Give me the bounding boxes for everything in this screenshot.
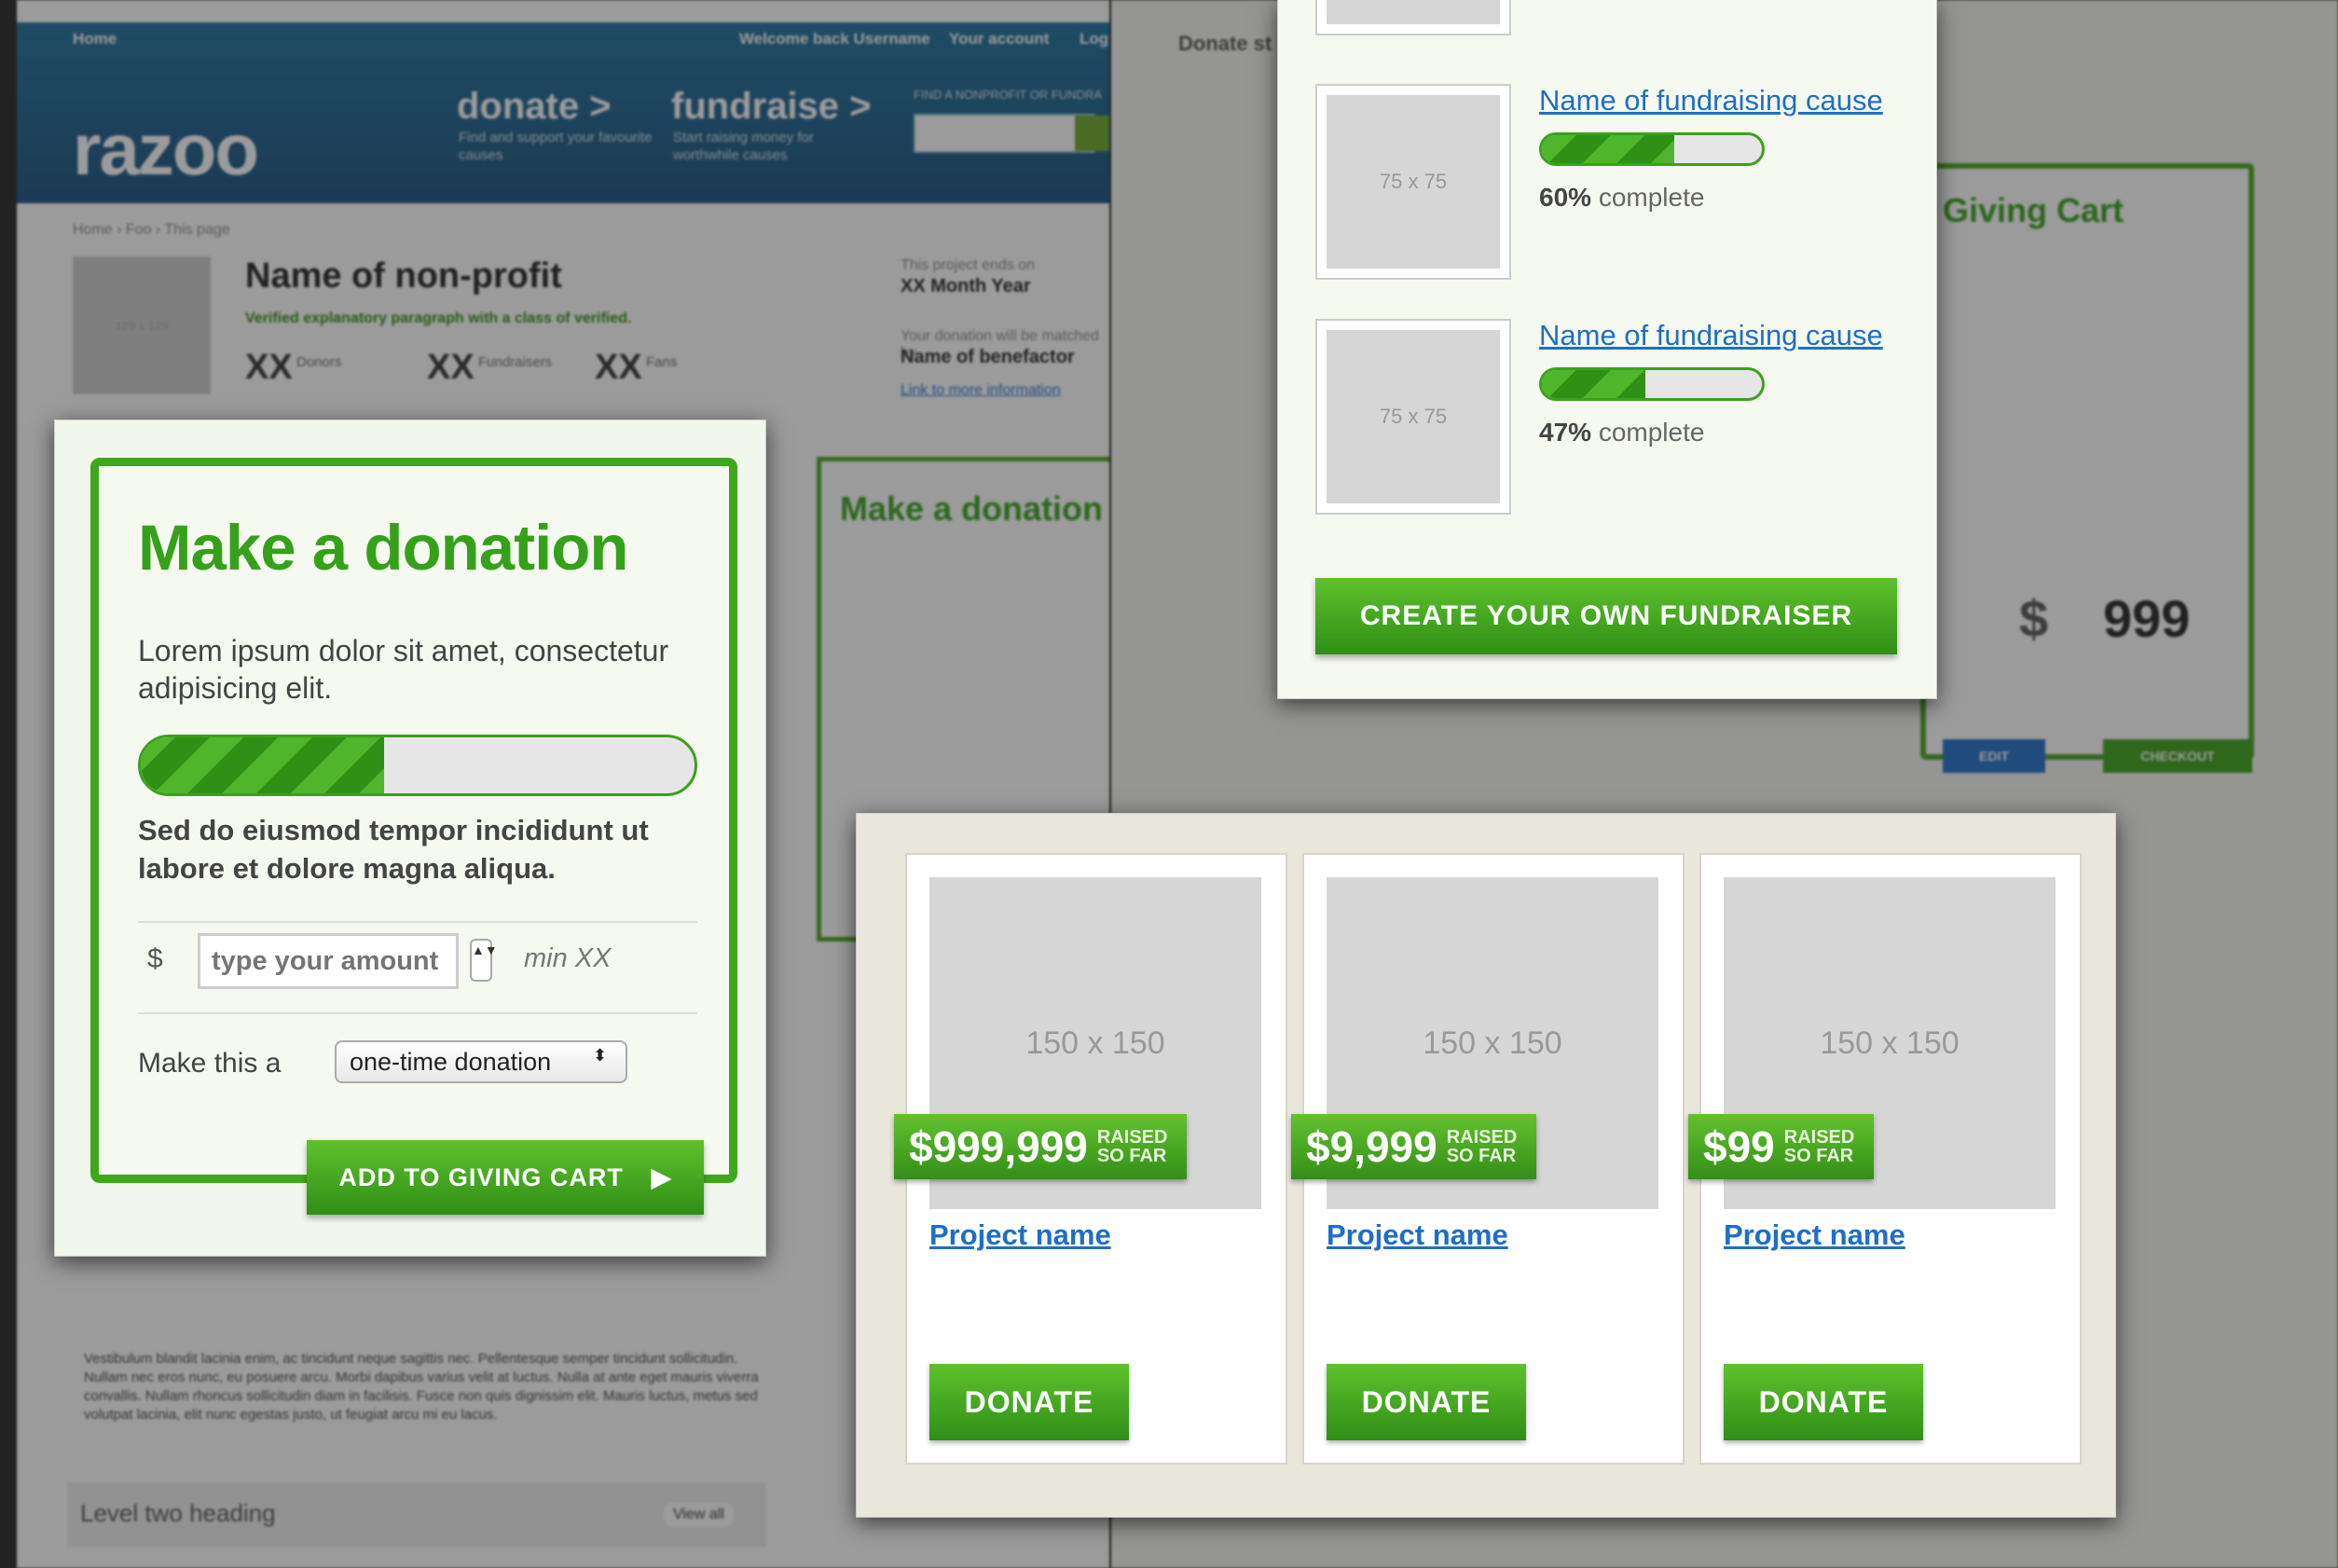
log-link[interactable]: Log [1080,30,1108,48]
raised-badge: $999,999 RAISED SO FAR [894,1114,1187,1179]
divider [138,921,697,923]
raised-badge: $99 RAISED SO FAR [1688,1114,1874,1179]
fundraisers-label: Fundraisers [478,354,553,370]
nonprofit-thumbnail: 129 x 129 [73,256,211,394]
cart-currency: $ [2019,589,2049,648]
account-link[interactable]: Your account [949,30,1049,48]
donation-progress-fill [141,737,385,793]
welcome-text: Welcome back Username [739,30,930,48]
add-to-giving-cart-button[interactable]: ADD TO GIVING CART ▶ [307,1140,704,1215]
cause-progress-text: 47% complete [1539,418,1705,447]
donate-button[interactable]: DONATE [1327,1364,1526,1440]
more-info-link[interactable]: Link to more information [901,382,1061,399]
cause-progress-bar [1539,132,1765,166]
arrow-right-icon: ▶ [651,1162,672,1191]
projects-grid-widget: 150 x 150 $999,999 RAISED SO FAR Project… [856,813,2116,1518]
fundraising-causes-widget: 75 x 75 Name of fundraising cause 60% co… [1277,0,1937,699]
find-label: FIND A NONPROFIT OR FUNDRA [914,88,1102,102]
raised-amount: $9,999 [1306,1122,1437,1171]
raised-label: RAISED SO FAR [1783,1127,1855,1166]
cause-link[interactable]: Name of fundraising cause [1539,84,1883,117]
nav-fundraise[interactable]: fundraise > [671,86,872,128]
verified-text: Verified explanatory paragraph with a cl… [245,310,632,326]
raised-amount: $999,999 [909,1122,1088,1171]
level-two-section: Level two heading View all [67,1482,766,1547]
project-tile: 150 x 150 $999,999 RAISED SO FAR Project… [894,853,1287,1465]
donors-count: XX [245,348,293,387]
amount-input[interactable] [198,933,459,989]
nav-donate[interactable]: donate > [457,86,612,128]
donation-lead: Lorem ipsum dolor sit amet, consectetur … [138,634,669,705]
donation-title: Make a donation [138,512,629,584]
cart-amount: 999 [2103,589,2191,648]
frequency-label: Make this a [138,1048,282,1079]
cause-progress-text: 60% complete [1539,183,1705,212]
cart-checkout-button[interactable]: CHECKOUT [2103,739,2252,773]
donation-box: Make a donation Lorem ipsum dolor sit am… [90,458,737,1183]
cause-progress-fill [1542,370,1645,398]
donation-progress-bar [138,735,697,796]
divider [138,1012,697,1014]
donate-button[interactable]: DONATE [929,1364,1129,1440]
razoo-logo[interactable]: razoo [73,107,259,192]
search-input[interactable] [914,114,1095,153]
search-button[interactable] [1075,116,1109,151]
select-arrows-icon[interactable]: ⬍ [593,1046,607,1066]
level-two-heading: Level two heading [80,1499,276,1527]
raised-label: RAISED SO FAR [1446,1127,1518,1166]
add-to-cart-label: ADD TO GIVING CART [338,1162,624,1191]
currency-symbol: $ [147,943,163,974]
amount-stepper[interactable]: ▲▼ [470,939,498,982]
project-tile: 150 x 150 $99 RAISED SO FAR Project name… [1688,853,2082,1465]
breadcrumb[interactable]: Home › Foo › This page [73,222,230,239]
donation-bold-text: Sed do eiusmod tempor incididunt ut labo… [138,814,649,885]
raised-badge: $9,999 RAISED SO FAR [1291,1114,1536,1179]
fans-count: XX [595,348,642,387]
cause-thumbnail [1317,0,1509,34]
ends-label: This project ends on [901,257,1036,273]
donors-label: Donors [296,354,342,370]
view-all-button[interactable]: View all [664,1503,734,1527]
home-link[interactable]: Home [73,30,117,48]
raised-amount: $99 [1703,1122,1775,1171]
cause-progress-fill [1542,135,1674,163]
fundraisers-count: XX [427,348,474,387]
match-value: Name of benefactor [901,347,1075,367]
donate-st-heading: Donate st [1178,32,1272,55]
nav-fundraise-sub: Start raising money for worthwhile cause… [673,130,814,163]
ends-value: XX Month Year [901,276,1031,296]
giving-cart: Giving Cart $ 999 EDIT CHECKOUT [1920,163,2254,773]
cart-title: Giving Cart [1943,191,2125,229]
lorem-paragraph: Vestibulum blandit lacinia enim, ac tinc… [84,1351,759,1423]
side-donation-title: Make a donation [840,489,1104,528]
fans-label: Fans [646,354,678,370]
cart-edit-button[interactable]: EDIT [1943,739,2045,773]
cause-thumbnail: 75 x 75 [1317,86,1509,278]
raised-label: RAISED SO FAR [1096,1127,1168,1166]
create-fundraiser-button[interactable]: CREATE YOUR OWN FUNDRAISER [1315,578,1897,654]
project-name-link[interactable]: Project name [929,1218,1111,1252]
donate-button[interactable]: DONATE [1724,1364,1923,1440]
project-name-link[interactable]: Project name [1327,1218,1508,1252]
project-tile: 150 x 150 $9,999 RAISED SO FAR Project n… [1291,853,1685,1465]
minimum-amount: min XX [524,943,612,973]
nav-donate-sub: Find and support your favourite causes [459,130,653,163]
frequency-select[interactable]: one-time donation [335,1040,627,1083]
cause-link[interactable]: Name of fundraising cause [1539,319,1883,352]
cause-progress-bar [1539,367,1765,401]
nonprofit-name: Name of non-profit [245,256,562,296]
donation-widget: Make a donation Lorem ipsum dolor sit am… [54,420,766,1257]
cause-thumbnail: 75 x 75 [1317,321,1509,513]
project-name-link[interactable]: Project name [1724,1218,1905,1252]
